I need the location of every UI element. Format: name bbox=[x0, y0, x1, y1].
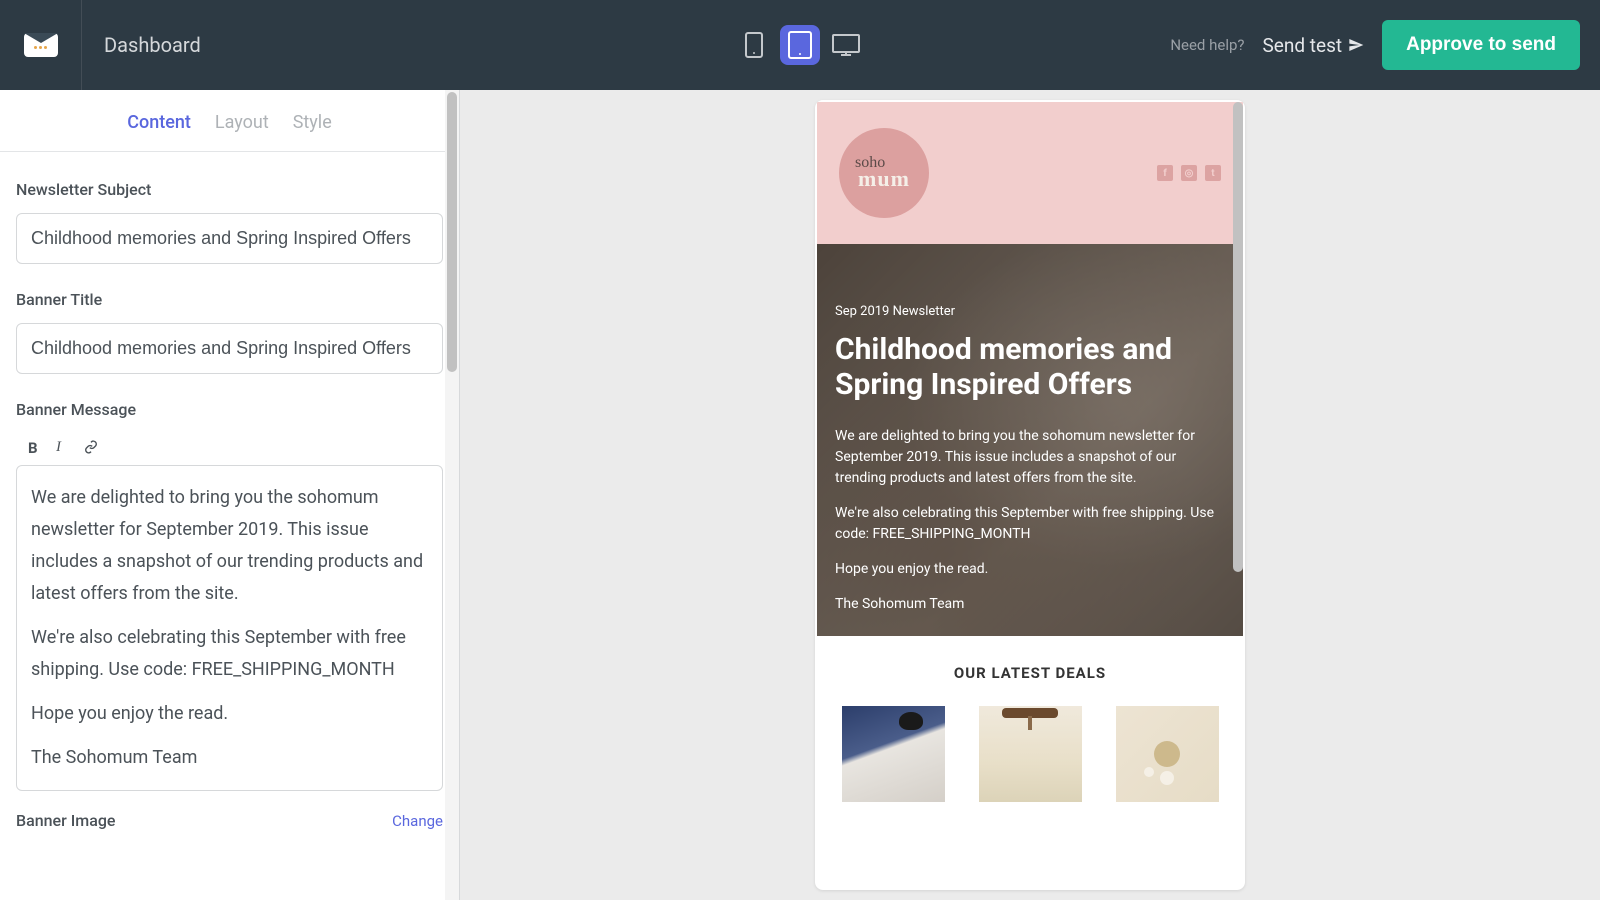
approve-button[interactable]: Approve to send bbox=[1382, 20, 1580, 70]
banner-title-text: Childhood memories and Spring Inspired O… bbox=[835, 333, 1225, 402]
tab-layout[interactable]: Layout bbox=[215, 112, 269, 133]
email-banner: Sep 2019 Newsletter Childhood memories a… bbox=[817, 244, 1243, 636]
subject-input[interactable] bbox=[16, 213, 443, 264]
device-mobile-button[interactable] bbox=[734, 25, 774, 65]
preview-content[interactable]: soho mum f ◎ t Sep 2019 Newsletter Child… bbox=[817, 102, 1243, 888]
email-header: soho mum f ◎ t bbox=[817, 102, 1243, 244]
preview-scrollbar[interactable] bbox=[1231, 100, 1245, 890]
banner-message-label: Banner Message bbox=[16, 400, 443, 419]
instagram-icon[interactable]: ◎ bbox=[1181, 165, 1197, 181]
device-desktop-button[interactable] bbox=[826, 25, 866, 65]
mobile-icon bbox=[745, 32, 763, 58]
rich-text-toolbar: B I bbox=[16, 433, 443, 465]
banner-paragraph: We are delighted to bring you the sohomu… bbox=[835, 426, 1225, 489]
tab-content[interactable]: Content bbox=[127, 112, 191, 133]
banner-paragraph: Hope you enjoy the read. bbox=[835, 559, 1225, 580]
banner-title-label: Banner Title bbox=[16, 290, 443, 309]
device-switcher bbox=[734, 25, 866, 65]
facebook-icon[interactable]: f bbox=[1157, 165, 1173, 181]
dashboard-link[interactable]: Dashboard bbox=[104, 33, 201, 57]
brand-logo: soho mum bbox=[839, 128, 929, 218]
link-button[interactable] bbox=[84, 439, 100, 455]
brand-script-text: soho bbox=[855, 154, 885, 172]
banner-body: We are delighted to bring you the sohomu… bbox=[835, 426, 1225, 615]
deals-section: OUR LATEST DEALS bbox=[817, 636, 1243, 812]
link-icon bbox=[84, 440, 98, 454]
preview-area: soho mum f ◎ t Sep 2019 Newsletter Child… bbox=[460, 90, 1600, 900]
send-test-button[interactable]: Send test bbox=[1263, 34, 1365, 57]
editor-tabs: Content Layout Style bbox=[0, 90, 459, 152]
deals-title: OUR LATEST DEALS bbox=[835, 664, 1225, 682]
change-image-link[interactable]: Change bbox=[392, 812, 443, 830]
italic-button[interactable]: I bbox=[56, 439, 72, 455]
banner-image-label: Banner Image bbox=[16, 811, 115, 830]
message-paragraph: We're also celebrating this September wi… bbox=[31, 622, 428, 686]
message-paragraph: Hope you enjoy the read. bbox=[31, 698, 428, 730]
device-preview-frame: soho mum f ◎ t Sep 2019 Newsletter Child… bbox=[815, 100, 1245, 890]
content-panel: Newsletter Subject Banner Title Banner M… bbox=[0, 152, 459, 860]
sidebar: Content Layout Style Newsletter Subject … bbox=[0, 90, 460, 900]
twitter-icon[interactable]: t bbox=[1205, 165, 1221, 181]
tablet-icon bbox=[788, 31, 812, 59]
paper-plane-icon bbox=[1348, 37, 1364, 53]
scrollbar-thumb[interactable] bbox=[447, 92, 457, 372]
tab-style[interactable]: Style bbox=[293, 112, 332, 133]
desktop-icon bbox=[832, 34, 860, 56]
message-paragraph: We are delighted to bring you the sohomu… bbox=[31, 482, 428, 610]
banner-paragraph: The Sohomum Team bbox=[835, 594, 1225, 615]
right-actions: Need help? Send test Approve to send bbox=[1170, 20, 1600, 70]
deals-row bbox=[835, 706, 1225, 802]
send-test-label: Send test bbox=[1263, 34, 1343, 57]
banner-date-tag: Sep 2019 Newsletter bbox=[835, 304, 1225, 319]
device-tablet-button[interactable] bbox=[780, 25, 820, 65]
scrollbar-thumb[interactable] bbox=[1233, 102, 1243, 572]
envelope-icon bbox=[24, 33, 58, 57]
social-icons: f ◎ t bbox=[1157, 165, 1221, 181]
banner-title-input[interactable] bbox=[16, 323, 443, 374]
deal-product-3[interactable] bbox=[1116, 706, 1219, 802]
app-logo[interactable] bbox=[0, 0, 82, 90]
subject-label: Newsletter Subject bbox=[16, 180, 443, 199]
deal-product-2[interactable] bbox=[979, 706, 1082, 802]
sidebar-scrollbar[interactable] bbox=[445, 90, 459, 900]
need-help-link[interactable]: Need help? bbox=[1170, 36, 1244, 54]
deal-product-1[interactable] bbox=[842, 706, 945, 802]
topbar: Dashboard Need help? Send test Approve t… bbox=[0, 0, 1600, 90]
main: Content Layout Style Newsletter Subject … bbox=[0, 90, 1600, 900]
bold-button[interactable]: B bbox=[28, 439, 44, 455]
message-paragraph: The Sohomum Team bbox=[31, 742, 428, 774]
banner-message-input[interactable]: We are delighted to bring you the sohomu… bbox=[16, 465, 443, 791]
banner-paragraph: We're also celebrating this September wi… bbox=[835, 503, 1225, 545]
